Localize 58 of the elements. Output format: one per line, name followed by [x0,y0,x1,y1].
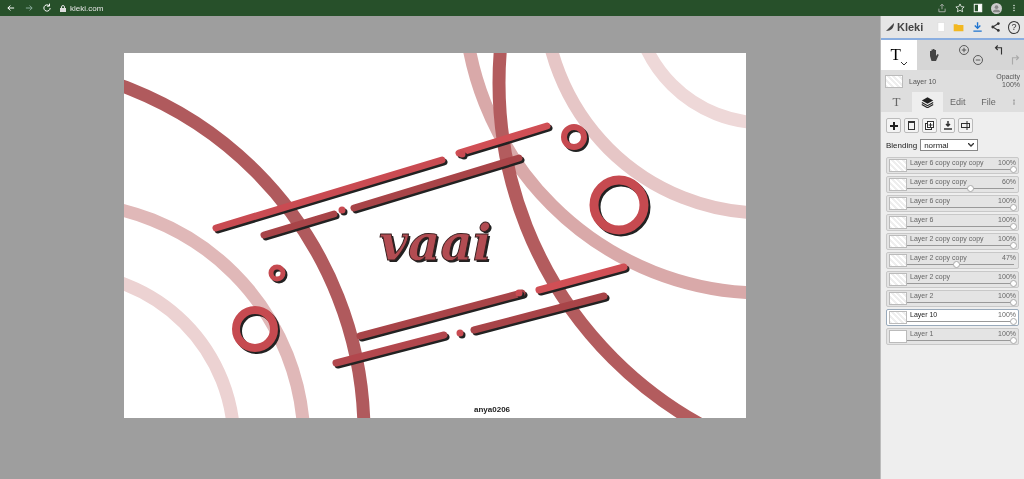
menu-icon[interactable] [1010,3,1018,13]
opacity-slider-thumb[interactable] [953,261,961,268]
zoom-out-icon[interactable] [972,54,984,66]
add-layer-button[interactable] [886,118,901,133]
plus-icon [889,121,898,130]
forward-icon[interactable] [24,3,34,13]
blending-label: Blending [886,140,918,150]
trash-icon [908,121,915,130]
layers-icon [920,96,934,108]
blending-select[interactable]: normal [920,139,979,151]
panel-tab[interactable]: T [881,92,912,112]
merge-layer-button[interactable] [940,118,955,133]
rename-layer-button[interactable] [958,118,973,133]
layer-thumbnail [889,311,907,324]
panel-tab[interactable]: Edit [942,92,974,112]
layer-thumbnail [889,292,907,305]
avatar-icon[interactable] [991,2,1002,14]
duplicate-icon [925,121,934,130]
layer-thumbnail [889,235,907,248]
lock-icon [60,4,66,12]
caret-icon [968,143,975,147]
panel-tab[interactable] [911,92,943,112]
layer-thumbnail [889,178,907,191]
opacity-slider-thumb[interactable] [1010,280,1017,287]
back-icon[interactable] [6,3,16,13]
layer-thumbnail [885,74,903,88]
signature-text: anya0206 [474,405,511,414]
layer-thumbnail [889,159,907,172]
star-icon[interactable] [955,3,965,13]
layer-thumbnail [889,330,907,343]
panel-tab[interactable]: File [973,92,1004,112]
rename-icon [960,121,971,130]
opacity-slider-thumb[interactable] [1010,318,1017,325]
opacity-slider-thumb[interactable] [1010,166,1017,173]
opacity-slider-thumb[interactable] [1010,204,1017,211]
opacity-slider-thumb[interactable] [967,185,975,192]
opacity-slider-thumb[interactable] [1010,299,1017,306]
reload-icon[interactable] [42,3,52,13]
opacity-slider-thumb[interactable] [1010,223,1017,230]
opacity-slider-thumb[interactable] [1010,242,1017,249]
layer-thumbnail [889,273,907,286]
layer-thumbnail [889,197,907,210]
text-tool-button[interactable]: T [881,40,917,70]
layer-thumbnail [889,254,907,267]
app-name: Kleki [897,21,924,33]
sidebar-icon[interactable] [973,3,983,13]
duplicate-layer-button[interactable] [922,118,937,133]
opacity-slider-thumb[interactable] [1010,337,1017,344]
delete-layer-button[interactable] [904,118,919,133]
address-text[interactable]: kleki.com [70,3,104,13]
drawing-canvas[interactable]: vaai anya0206 [124,53,746,418]
download-icon[interactable] [971,21,983,33]
layer-thumbnail [889,216,907,229]
canvas-word-art: vaai [379,218,492,268]
caret-icon [900,62,907,66]
zoom-in-icon[interactable] [958,44,970,56]
logo-icon [885,22,895,32]
merge-down-icon [943,121,952,130]
